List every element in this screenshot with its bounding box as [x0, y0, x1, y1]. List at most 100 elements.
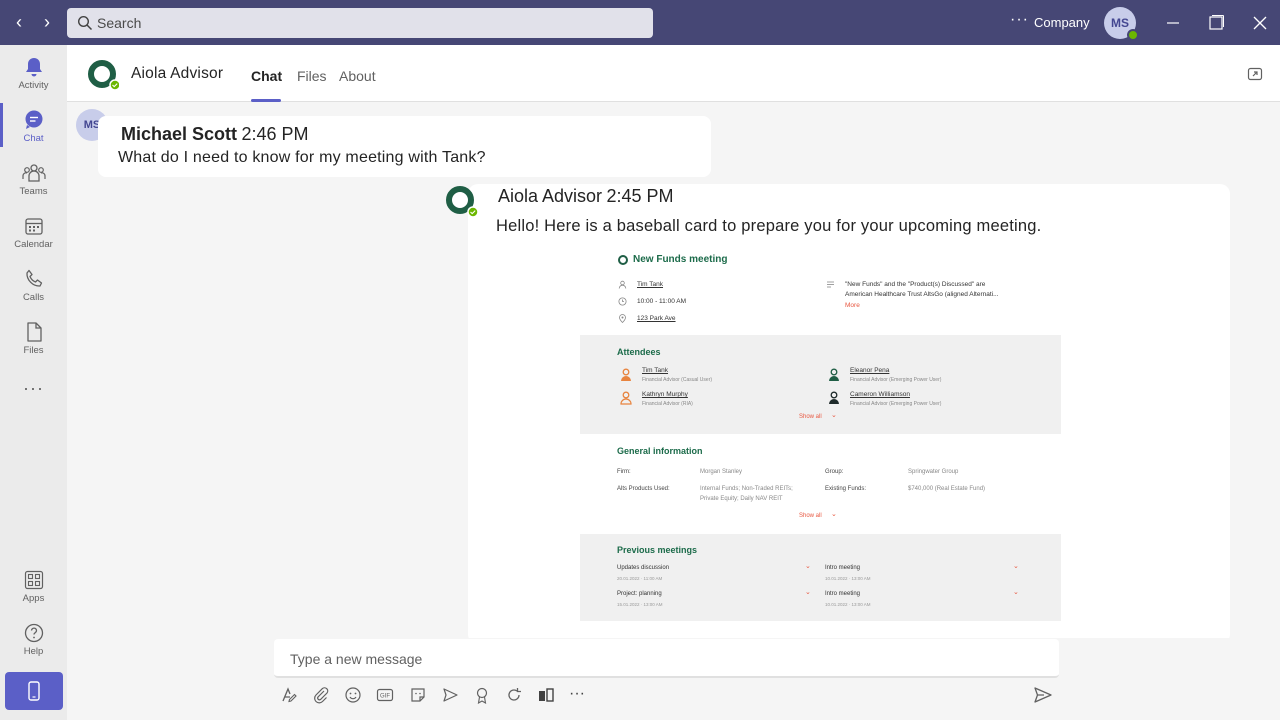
back-arrow-icon[interactable]: ‹: [10, 12, 28, 32]
compose-box[interactable]: Type a new message: [274, 639, 1059, 678]
more-actions-icon[interactable]: ···: [569, 685, 585, 703]
rail-item-apps[interactable]: Apps: [0, 563, 67, 613]
mobile-phone-icon: [28, 681, 40, 701]
card-title: New Funds meeting: [633, 254, 728, 265]
mobile-app-button[interactable]: [5, 672, 63, 710]
message-header: Michael Scott 2:46 PM: [121, 124, 309, 145]
alts-products-value: Private Equity; Daily NAV REIT: [700, 496, 783, 502]
approvals-icon[interactable]: [537, 686, 555, 704]
attendee-name[interactable]: Kathryn Murphy: [642, 391, 688, 398]
rail-label: Chat: [23, 133, 44, 144]
attendees-section: Attendees Tim Tank Financial Advisor (Ca…: [580, 335, 1061, 434]
loop-icon[interactable]: [505, 686, 523, 704]
presence-available-icon: [1127, 29, 1139, 41]
meeting-item-name[interactable]: Intro meeting: [825, 591, 860, 597]
contact-link[interactable]: Tim Tank: [637, 281, 663, 288]
section-title: Attendees: [617, 347, 661, 357]
attendee-role: Financial Advisor (RIA): [642, 401, 693, 407]
attendee-role: Financial Advisor (Emerging Power User): [850, 377, 942, 383]
rail-item-files[interactable]: Files: [0, 315, 67, 365]
sender-name: Michael Scott: [121, 124, 238, 144]
aiola-bot-avatar-icon: [446, 186, 478, 218]
show-all-info-link[interactable]: Show all: [799, 513, 822, 519]
search-input[interactable]: Search: [67, 8, 653, 38]
chevron-down-icon[interactable]: ⌄: [1013, 562, 1019, 570]
sticker-icon[interactable]: [409, 686, 427, 704]
apps-icon: [24, 570, 43, 590]
section-title: Previous meetings: [617, 545, 698, 555]
user-message[interactable]: Michael Scott 2:46 PM What do I need to …: [98, 116, 711, 177]
schedule-meeting-icon[interactable]: [441, 686, 459, 704]
location-icon: [619, 314, 626, 323]
teams-icon: [21, 164, 46, 182]
chevron-down-icon[interactable]: ⌄: [1013, 588, 1019, 596]
user-avatar[interactable]: MS: [1104, 7, 1139, 41]
rail-more-icon[interactable]: ···: [0, 378, 67, 399]
meeting-time: 10:00 - 11:00 AM: [637, 298, 687, 305]
attendee-name[interactable]: Cameron Williamson: [850, 391, 910, 398]
meeting-item-name[interactable]: Updates discussion: [617, 565, 669, 571]
more-link[interactable]: More: [845, 302, 860, 309]
emoji-icon[interactable]: [344, 686, 362, 704]
meeting-item-name[interactable]: Intro meeting: [825, 565, 860, 571]
maximize-icon[interactable]: [1205, 12, 1227, 34]
meeting-item-date: 10.01.2022 · 13:00 AM: [825, 576, 871, 581]
attach-icon[interactable]: [312, 686, 330, 704]
app-title: Aiola Advisor: [131, 65, 224, 82]
meeting-note: "New Funds" and the "Product(s) Discusse…: [845, 281, 986, 288]
clock-icon: [618, 297, 627, 306]
format-icon[interactable]: [280, 686, 298, 704]
praise-icon[interactable]: [473, 686, 491, 704]
rail-label: Apps: [22, 593, 45, 604]
previous-meetings-section: Previous meetings Updates discussion 20.…: [580, 534, 1061, 621]
org-name[interactable]: Company: [1034, 15, 1090, 30]
message-text: Hello! Here is a baseball card to prepar…: [496, 217, 1042, 235]
minimize-icon[interactable]: [1162, 12, 1184, 34]
show-all-attendees-link[interactable]: Show all: [799, 414, 822, 420]
close-icon[interactable]: [1249, 12, 1271, 34]
bot-message[interactable]: Aiola Advisor 2:45 PM Hello! Here is a b…: [468, 184, 1230, 638]
chat-icon: [25, 110, 42, 129]
chevron-down-icon[interactable]: ⌄: [805, 562, 811, 570]
rail-item-teams[interactable]: Teams: [0, 156, 67, 206]
meeting-status-icon: [618, 255, 628, 265]
message-time: 2:45 PM: [606, 186, 674, 206]
rail-item-chat[interactable]: Chat: [0, 103, 67, 153]
svg-text:GIF: GIF: [380, 694, 390, 700]
more-options-icon[interactable]: ···: [1010, 11, 1029, 29]
rail-item-calls[interactable]: Calls: [0, 262, 67, 312]
rail-item-calendar[interactable]: Calendar: [0, 209, 67, 259]
section-title: General information: [617, 446, 703, 456]
meeting-card: New Funds meeting Tim Tank 10:00 - 11:00…: [580, 250, 1061, 622]
search-icon: [77, 15, 93, 31]
firm-value: Morgan Stanley: [700, 469, 743, 475]
chevron-down-icon[interactable]: ⌄: [805, 588, 811, 596]
attendee-name[interactable]: Tim Tank: [642, 367, 668, 374]
file-icon: [26, 322, 42, 342]
attendee-orange-icon: [620, 391, 632, 405]
tab-files[interactable]: Files: [297, 68, 327, 84]
pop-out-icon[interactable]: [1247, 66, 1263, 82]
attendee-name[interactable]: Eleanor Pena: [850, 367, 889, 374]
meeting-item-name[interactable]: Project: planning: [617, 591, 662, 597]
user-initials: MS: [1111, 16, 1129, 30]
gif-icon[interactable]: GIF: [376, 686, 394, 704]
sender-name: Aiola Advisor: [498, 186, 603, 206]
app-rail: Activity Chat Teams Calendar Calls Files…: [0, 45, 67, 720]
tab-about[interactable]: About: [339, 68, 376, 84]
rail-item-help[interactable]: Help: [0, 616, 67, 666]
forward-arrow-icon[interactable]: ›: [38, 12, 56, 32]
location-link[interactable]: 123 Park Ave: [637, 315, 676, 322]
chevron-down-icon: ⌄: [831, 412, 837, 419]
group-value: Springwater Group: [908, 469, 959, 475]
rail-item-activity[interactable]: Activity: [0, 50, 67, 100]
meeting-note: American Healthcare Trust AltsGo (aligne…: [845, 291, 999, 298]
rail-label: Teams: [19, 186, 48, 197]
aiola-logo-icon: [88, 60, 119, 91]
send-icon[interactable]: [1033, 686, 1053, 704]
person-icon: [618, 280, 627, 289]
attendee-green-icon: [829, 368, 839, 381]
existing-funds-label: Existing Funds:: [825, 486, 867, 492]
tab-chat[interactable]: Chat: [251, 68, 282, 84]
alts-products-label: Alts Products Used:: [617, 486, 670, 492]
